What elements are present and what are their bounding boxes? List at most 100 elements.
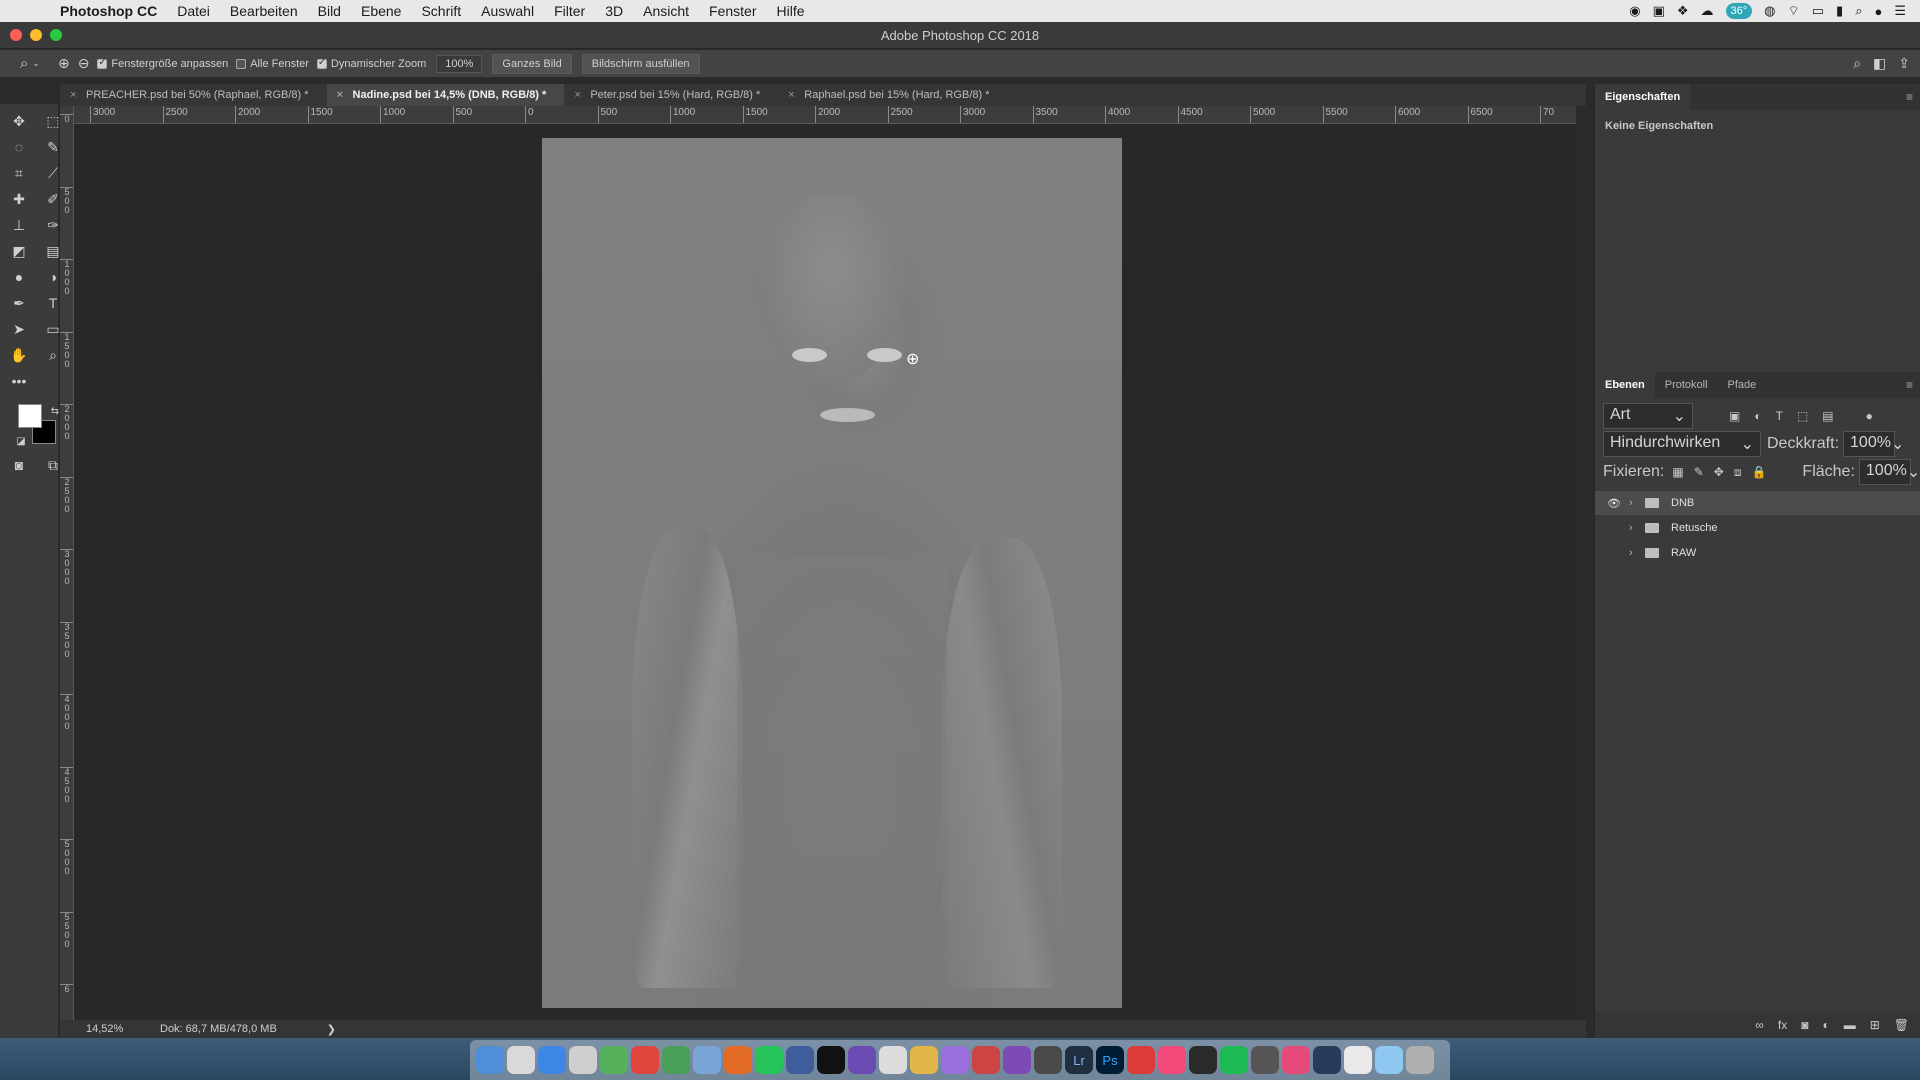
layer-filter-select[interactable]: Art ⌄ — [1603, 403, 1693, 429]
tab-raphael[interactable]: × Raphael.psd bei 15% (Hard, RGB/8) * — [778, 84, 1007, 106]
close-tab-icon[interactable]: × — [337, 84, 343, 106]
magnifier-icon[interactable]: ⌕ — [20, 55, 28, 72]
dock-app-icon[interactable] — [1313, 1046, 1341, 1074]
close-tab-icon[interactable]: × — [788, 84, 794, 106]
dock-app-icon[interactable] — [1189, 1046, 1217, 1074]
filter-shape-icon[interactable]: ⬚ — [1797, 409, 1808, 423]
quick-mask-icon[interactable]: ◙ — [8, 454, 30, 476]
chevron-right-icon[interactable]: › — [1629, 522, 1643, 534]
trash-icon[interactable]: 🗑 — [1894, 1018, 1909, 1032]
default-colors-icon[interactable]: ◪ — [10, 430, 32, 452]
dropbox-icon[interactable]: ❖ — [1677, 3, 1689, 19]
dock-app-icon[interactable] — [910, 1046, 938, 1074]
dock-app-icon[interactable] — [662, 1046, 690, 1074]
dock-app-icon[interactable] — [600, 1046, 628, 1074]
cloud-icon[interactable]: ☁ — [1701, 3, 1714, 19]
dock-app-icon[interactable] — [724, 1046, 752, 1074]
dock-app-icon[interactable] — [1127, 1046, 1155, 1074]
all-windows-option[interactable]: Alle Fenster — [236, 58, 309, 70]
menu-edit[interactable]: Bearbeiten — [220, 0, 308, 22]
dock-app-icon[interactable] — [631, 1046, 659, 1074]
all-windows-checkbox[interactable] — [236, 58, 247, 69]
airplay-icon[interactable]: ▭ — [1812, 3, 1824, 19]
menu-app-name[interactable]: Photoshop CC — [50, 0, 167, 22]
dock-app-icon[interactable] — [1406, 1046, 1434, 1074]
layer-row-dnb[interactable]: 👁 › DNB — [1595, 491, 1920, 515]
menu-view[interactable]: Ansicht — [633, 0, 699, 22]
new-group-icon[interactable]: ▬ — [1844, 1018, 1856, 1032]
record-icon[interactable]: ◉ — [1629, 3, 1640, 19]
zoom-value-field[interactable]: 100% — [436, 54, 483, 73]
tab-history[interactable]: Protokoll — [1655, 372, 1718, 398]
battery-icon[interactable]: ▮ — [1836, 3, 1843, 19]
menu-select[interactable]: Auswahl — [471, 0, 544, 22]
fx-icon[interactable]: fx — [1778, 1018, 1787, 1032]
layer-row-raw[interactable]: › RAW — [1595, 541, 1920, 565]
fill-field[interactable]: 100% ⌄ — [1858, 459, 1920, 485]
lock-pixels-icon[interactable]: ✎ — [1694, 465, 1704, 480]
menu-layer[interactable]: Ebene — [351, 0, 411, 22]
dock-app-icon[interactable] — [507, 1046, 535, 1074]
blend-mode-select[interactable]: Hindurchwirken ⌄ — [1603, 431, 1761, 457]
tab-nadine[interactable]: × Nadine.psd bei 14,5% (DNB, RGB/8) * — [326, 84, 565, 106]
lock-transparency-icon[interactable]: ▦ — [1672, 465, 1683, 480]
eraser-tool-icon[interactable]: ◩ — [8, 240, 30, 262]
search-icon[interactable]: ⌕ — [1853, 55, 1861, 72]
resize-windows-checkbox[interactable] — [97, 57, 108, 69]
layer-row-retusche[interactable]: › Retusche — [1595, 516, 1920, 540]
weather-badge[interactable]: 36° — [1725, 3, 1753, 19]
tab-preacher[interactable]: × PREACHER.psd bei 50% (Raphael, RGB/8) … — [60, 84, 327, 106]
opacity-field[interactable]: 100% ⌄ — [1843, 431, 1904, 457]
dock-app-icon[interactable] — [817, 1046, 845, 1074]
panel-menu-icon[interactable]: ≡ — [1906, 90, 1913, 104]
menu-image[interactable]: Bild — [308, 0, 351, 22]
workspace-icon[interactable]: ◧ — [1873, 55, 1886, 72]
filter-toggle-icon[interactable]: ● — [1866, 409, 1873, 423]
horizontal-ruler[interactable]: 3000 2500 2000 1500 1000 500 0 500 1000 1500 2000 2… — [74, 106, 1576, 124]
dock-app-icon[interactable] — [1158, 1046, 1186, 1074]
fit-screen-button[interactable]: Ganzes Bild — [492, 53, 572, 74]
dock-app-icon[interactable] — [538, 1046, 566, 1074]
dock-app-icon[interactable] — [1344, 1046, 1372, 1074]
eye-icon[interactable]: 👁 — [1603, 497, 1625, 510]
menu-file[interactable]: Datei — [167, 0, 220, 22]
dock-app-icon[interactable] — [755, 1046, 783, 1074]
status-arrow[interactable]: ❯ — [327, 1023, 336, 1036]
zoom-out-icon[interactable]: ⊖ — [78, 55, 90, 72]
menu-window[interactable]: Fenster — [699, 0, 766, 22]
dock-app-icon[interactable] — [848, 1046, 876, 1074]
new-layer-icon[interactable]: ⊞ — [1870, 1018, 1880, 1032]
dock-app-icon[interactable] — [1003, 1046, 1031, 1074]
sync-icon[interactable]: ◍ — [1764, 3, 1775, 19]
chevron-right-icon[interactable]: › — [1629, 497, 1643, 509]
dock-app-icon[interactable] — [941, 1046, 969, 1074]
clone-stamp-tool-icon[interactable]: ⊥ — [8, 214, 30, 236]
tab-properties[interactable]: Eigenschaften — [1595, 84, 1691, 110]
zoom-level[interactable]: 14,52% — [60, 1023, 160, 1035]
menu-type[interactable]: Schrift — [411, 0, 471, 22]
lasso-tool-icon[interactable]: ◌ — [8, 136, 30, 158]
filter-smartobject-icon[interactable]: ▤ — [1822, 409, 1833, 423]
pen-tool-icon[interactable]: ✒ — [8, 292, 30, 314]
document-image[interactable] — [542, 138, 1122, 1008]
filter-type-icon[interactable]: T — [1776, 409, 1783, 423]
search-icon[interactable]: ⌕ — [1855, 3, 1862, 19]
panel-menu-icon[interactable]: ≡ — [1906, 378, 1913, 392]
dock-app-icon[interactable] — [1034, 1046, 1062, 1074]
filter-pixel-icon[interactable]: ▣ — [1729, 409, 1740, 423]
wifi-icon[interactable]: ⌔ — [1788, 3, 1800, 19]
menu-3d[interactable]: 3D — [595, 0, 633, 22]
lock-all-icon[interactable]: 🔒 — [1751, 465, 1766, 480]
siri-icon[interactable]: ● — [1874, 4, 1882, 19]
scrubby-zoom-option[interactable]: Dynamischer Zoom — [316, 57, 426, 70]
dock-app-icon[interactable] — [569, 1046, 597, 1074]
hand-tool-icon[interactable]: ✋ — [8, 344, 30, 366]
blur-tool-icon[interactable]: ● — [8, 266, 30, 288]
more-tools-icon[interactable]: ••• — [8, 370, 30, 392]
chevron-right-icon[interactable]: › — [1629, 547, 1643, 559]
dock-app-icon[interactable] — [972, 1046, 1000, 1074]
resize-windows-option[interactable]: Fenstergröße anpassen — [97, 57, 228, 70]
share-icon[interactable]: ⇪ — [1898, 55, 1910, 72]
tool-preset-chevron-icon[interactable]: ⌄ — [32, 58, 40, 69]
canvas-area[interactable]: ⊕ — [74, 124, 1576, 1020]
